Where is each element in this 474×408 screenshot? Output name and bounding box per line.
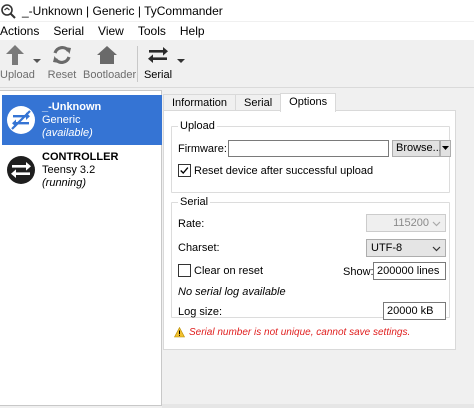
log-size-spinbox[interactable]: 20000 kB (383, 302, 446, 320)
title-bar: _-Unknown | Generic | TyCommander (0, 0, 474, 22)
show-lines-spinbox[interactable]: 200000 lines (373, 262, 446, 280)
device-item[interactable]: _-Unknown Generic (available) (2, 95, 162, 145)
upload-button[interactable]: Upload (0, 44, 35, 84)
toolbar: Upload Reset Bootloader Serial (0, 40, 474, 88)
device-item[interactable]: CONTROLLER Teensy 3.2 (running) (2, 145, 162, 195)
charset-value: UTF-8 (371, 242, 403, 254)
no-serial-log-text: No serial log available (178, 286, 286, 298)
upload-label: Upload (0, 69, 35, 81)
chevron-down-icon (442, 146, 449, 150)
show-label: Show: (343, 266, 374, 278)
reset-after-upload-checkbox[interactable] (178, 164, 191, 177)
firmware-input[interactable] (228, 140, 389, 157)
menu-serial[interactable]: Serial (53, 24, 92, 38)
menu-tools[interactable]: Tools (138, 24, 174, 38)
window-title: _-Unknown | Generic | TyCommander (22, 3, 223, 18)
browse-button[interactable]: Browse... (392, 140, 442, 157)
device-model: Generic (42, 114, 81, 126)
warning-icon (174, 327, 185, 338)
show-lines-value: 200000 lines (377, 265, 440, 277)
warning-message: Serial number is not unique, cannot save… (174, 327, 410, 338)
rate-select[interactable]: 115200 (366, 214, 446, 232)
upload-group-title: Upload (178, 120, 217, 132)
device-status: (available) (42, 127, 93, 139)
tycommander-app-icon (1, 3, 16, 19)
upload-group: Upload Firmware: Browse... Reset device … (171, 120, 451, 193)
browse-dropdown-button[interactable] (440, 140, 451, 157)
upload-arrow-icon (6, 45, 24, 65)
serial-group-title: Serial (178, 196, 211, 208)
device-disabled-icon (7, 106, 35, 134)
warning-text: Serial number is not unique, cannot save… (189, 327, 411, 338)
bootloader-label: Bootloader (83, 69, 137, 81)
options-panel: Upload Firmware: Browse... Reset device … (163, 110, 456, 350)
home-icon (97, 46, 117, 64)
charset-label: Charset: (178, 242, 220, 254)
tab-information[interactable]: Information (163, 94, 237, 111)
device-serial-icon (7, 156, 35, 184)
checkmark-icon (180, 167, 189, 175)
serial-button[interactable]: Serial (143, 44, 173, 84)
menu-bar: Actions Serial View Tools Help (0, 22, 474, 40)
serial-arrows-icon (148, 47, 168, 63)
upload-dropdown-icon[interactable] (33, 57, 41, 65)
reset-after-upload-label: Reset device after successful upload (194, 165, 374, 177)
device-list[interactable]: _-Unknown Generic (available) CONTROLLER… (0, 90, 162, 406)
reset-button[interactable]: Reset (47, 44, 77, 84)
clear-on-reset-label: Clear on reset (194, 265, 264, 277)
tab-serial[interactable]: Serial (235, 94, 282, 111)
chevron-down-icon (432, 246, 441, 252)
rate-value: 115200 (393, 217, 429, 229)
status-strip (162, 404, 474, 408)
menu-actions[interactable]: Actions (0, 24, 47, 38)
device-status: (running) (42, 177, 87, 189)
device-name: _-Unknown (42, 101, 102, 113)
reset-label: Reset (47, 69, 77, 81)
clear-on-reset-checkbox[interactable] (178, 264, 191, 277)
rate-label: Rate: (178, 218, 205, 230)
log-size-label: Log size: (178, 306, 223, 318)
firmware-label: Firmware: (178, 143, 227, 155)
log-size-value: 20000 kB (387, 305, 434, 317)
device-model: Teensy 3.2 (42, 164, 96, 176)
chevron-down-icon (432, 221, 441, 227)
menu-view[interactable]: View (98, 24, 132, 38)
serial-group: Serial Rate: 115200 Charset: UTF-8 Clear… (171, 196, 450, 320)
bootloader-button[interactable]: Bootloader (83, 44, 137, 84)
device-name: CONTROLLER (42, 151, 119, 163)
toolbar-separator (137, 46, 138, 82)
tab-bar: Information Serial Options (163, 93, 337, 112)
serial-dropdown-icon[interactable] (177, 57, 185, 65)
charset-select[interactable]: UTF-8 (366, 239, 446, 257)
tab-options[interactable]: Options (280, 93, 337, 112)
reset-icon (53, 46, 71, 64)
serial-label: Serial (143, 69, 173, 81)
menu-help[interactable]: Help (180, 24, 213, 38)
